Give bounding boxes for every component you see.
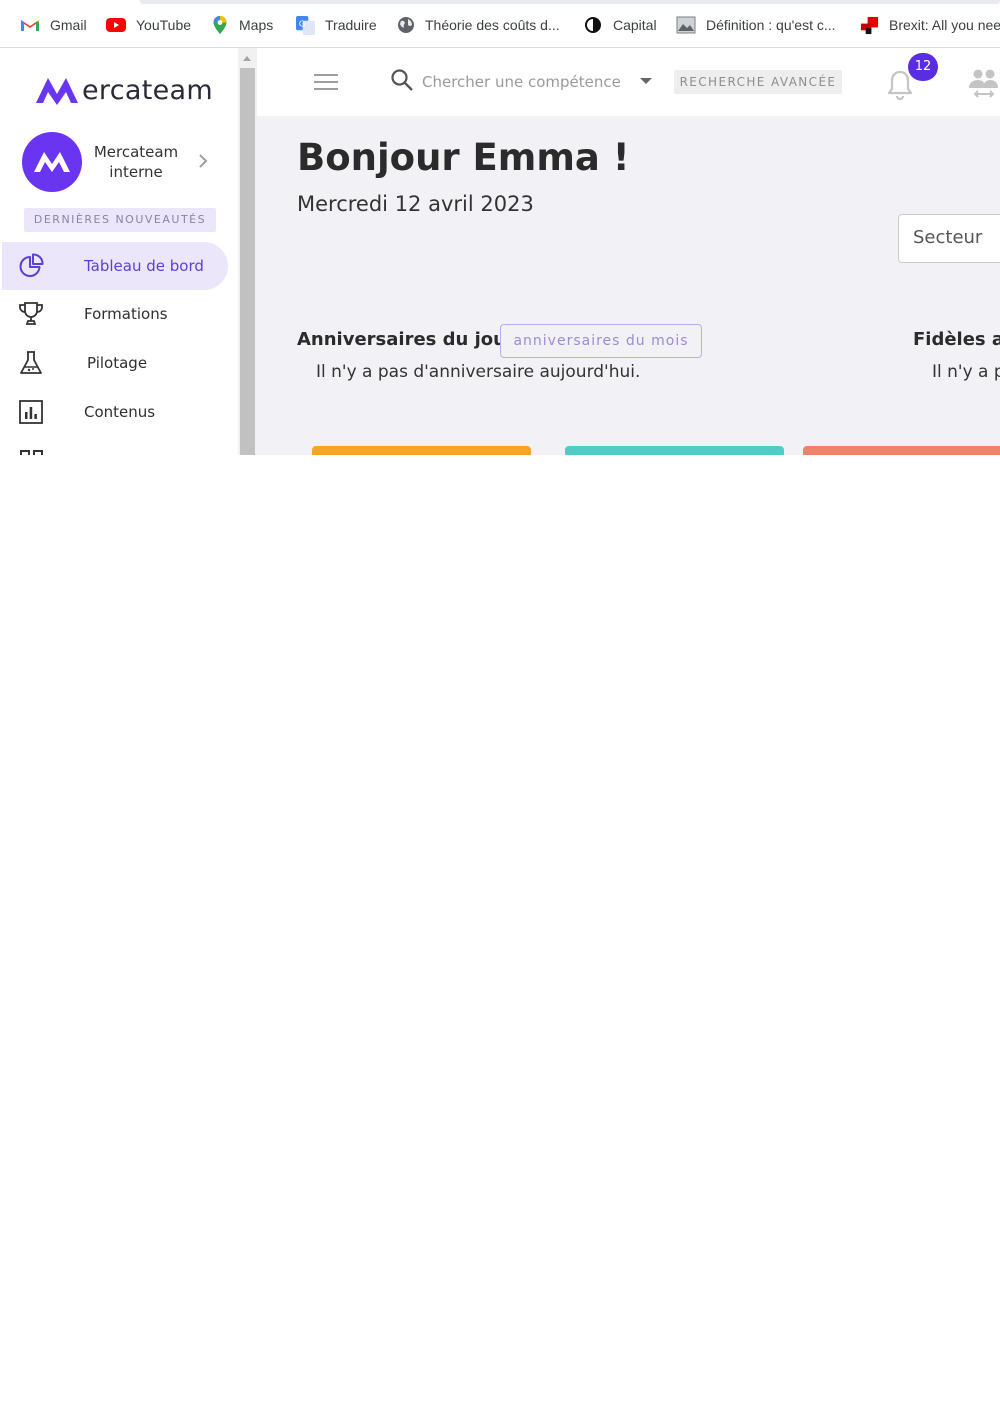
logo-wordmark: ercateam: [82, 74, 213, 106]
bookmark-gmail[interactable]: Gmail: [20, 14, 87, 36]
image-icon: [676, 16, 696, 34]
birthdays-title: Anniversaires du jour: [297, 329, 515, 350]
bookmark-label: Théorie des coûts d...: [425, 17, 560, 33]
brexit-icon: [860, 16, 879, 34]
sidebar: ercateam Mercateam interne DERNIÈRES NOU…: [0, 48, 238, 455]
org-logo-icon: [34, 152, 70, 172]
sector-select[interactable]: Secteur: [898, 214, 1000, 263]
globe-icon: [398, 17, 414, 33]
translate-icon: G: [296, 15, 315, 35]
dashboard-content: Bonjour Emma ! Mercredi 12 avril 2023 Se…: [257, 116, 1000, 455]
bookmark-label: Capital: [613, 17, 657, 33]
birthdays-empty-text: Il n'y a pas d'anniversaire aujourd'hui.: [316, 362, 641, 382]
bookmark-translate[interactable]: G Traduire: [296, 14, 377, 36]
scrollbar-thumb[interactable]: [240, 68, 255, 455]
nav-item-label: Formations: [84, 305, 168, 323]
nav-item-formations[interactable]: Formations: [2, 290, 228, 338]
org-name: Mercateam interne: [93, 143, 179, 181]
menu-icon[interactable]: [314, 74, 338, 90]
team-icon[interactable]: [967, 66, 1000, 100]
bookmark-theorie[interactable]: Théorie des coûts d...: [397, 14, 560, 36]
gmail-icon: [21, 20, 39, 31]
capital-icon: [585, 17, 601, 33]
mercateam-logo[interactable]: ercateam: [34, 70, 213, 110]
bar-chart-icon: [19, 400, 43, 424]
bookmark-label: Gmail: [50, 17, 87, 33]
app-header: RECHERCHE AVANCÉE 12: [257, 48, 1000, 116]
tab-strip-edge: [140, 0, 1000, 4]
bookmark-label: Maps: [239, 17, 274, 33]
bookmark-brexit[interactable]: Brexit: All you nee: [860, 14, 1000, 36]
month-birthdays-button[interactable]: anniversaires du mois: [500, 324, 702, 358]
bookmark-label: Définition : qu'est c...: [706, 17, 836, 33]
org-avatar: [22, 132, 82, 192]
loyal-employees-title: Fidèles au: [913, 329, 1000, 350]
browser-window: Gmail YouTube Maps G Traduire Théorie de…: [0, 0, 1000, 455]
grid-icon[interactable]: [20, 450, 44, 455]
nav-item-label: Tableau de bord: [84, 257, 204, 275]
latest-news-button[interactable]: DERNIÈRES NOUVEAUTÉS: [24, 208, 216, 232]
greeting-title: Bonjour Emma !: [297, 136, 630, 179]
search-input[interactable]: [422, 70, 622, 94]
sector-select-label: Secteur: [913, 227, 983, 248]
org-switcher[interactable]: Mercateam interne: [20, 132, 220, 194]
search-bar: [390, 68, 660, 96]
nav-item-label: Pilotage: [87, 354, 148, 372]
notification-badge: 12: [908, 53, 938, 81]
flask-icon: [20, 351, 42, 374]
search-icon[interactable]: [390, 68, 414, 92]
nav-item-tableau-de-bord[interactable]: Tableau de bord: [2, 242, 228, 290]
loyal-employees-text: Il n'y a p: [932, 362, 1000, 382]
bookmark-capital[interactable]: Capital: [585, 14, 657, 36]
nav-item-contenus[interactable]: Contenus: [2, 388, 228, 436]
nav-item-pilotage[interactable]: Pilotage: [2, 339, 228, 387]
nav-item-label: Contenus: [84, 403, 156, 421]
bookmarks-bar: Gmail YouTube Maps G Traduire Théorie de…: [0, 0, 1000, 48]
bookmark-maps[interactable]: Maps: [212, 14, 273, 36]
scroll-up-icon[interactable]: [243, 56, 251, 61]
bookmark-label: Brexit: All you nee: [889, 17, 1000, 33]
chevron-right-icon: [199, 154, 208, 168]
bookmark-label: Traduire: [325, 17, 377, 33]
stat-card-1[interactable]: [312, 446, 531, 455]
bookmark-label: YouTube: [136, 17, 192, 33]
svg-text:G: G: [299, 18, 306, 28]
advanced-search-button[interactable]: RECHERCHE AVANCÉE: [674, 70, 842, 94]
search-dropdown-icon[interactable]: [640, 78, 652, 84]
sidebar-scrollbar[interactable]: [238, 48, 257, 455]
maps-icon: [213, 16, 227, 34]
bookmark-youtube[interactable]: YouTube: [106, 14, 191, 36]
stat-card-2[interactable]: [565, 446, 784, 455]
mercateam-m-icon: [36, 78, 78, 105]
current-date: Mercredi 12 avril 2023: [297, 192, 534, 216]
youtube-icon: [106, 18, 126, 32]
trophy-icon: [19, 302, 43, 325]
stat-card-3[interactable]: [803, 446, 1000, 455]
pie-chart-icon: [19, 253, 44, 277]
bookmark-definition[interactable]: Définition : qu'est c...: [676, 14, 836, 36]
